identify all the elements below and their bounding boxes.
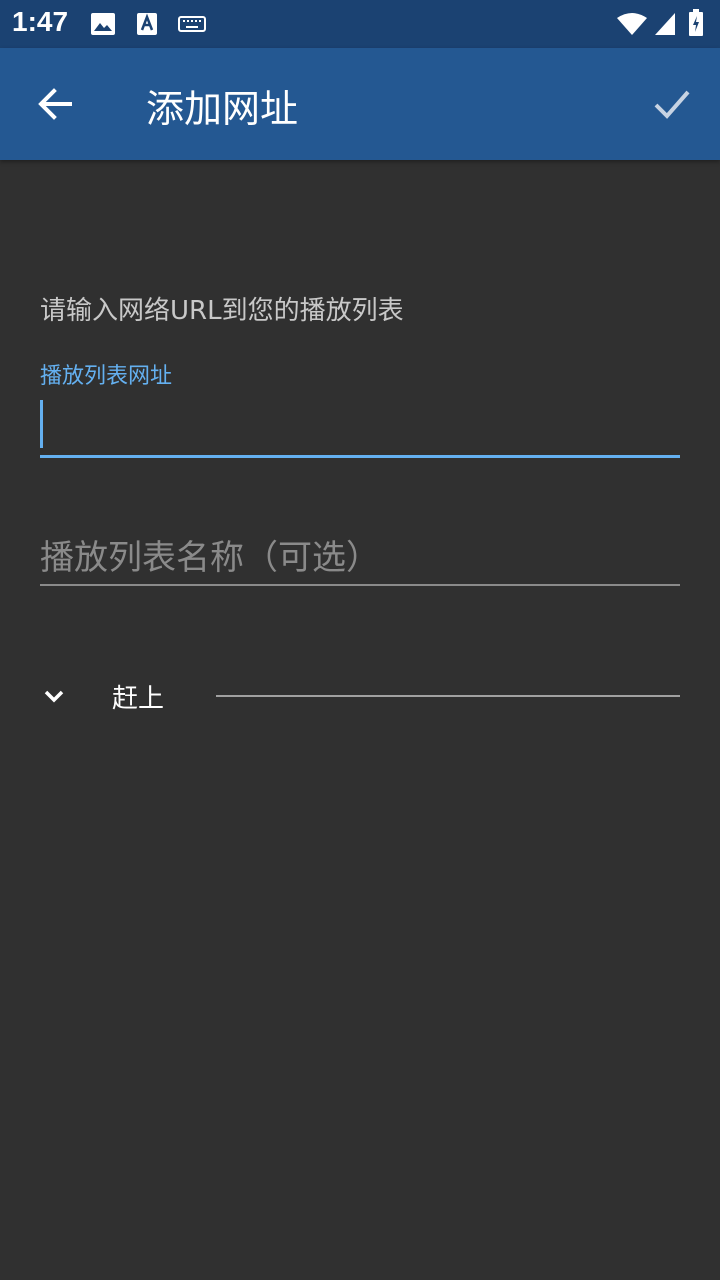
text-a-icon [137,13,157,35]
page-title: 添加网址 [146,87,299,131]
chevron-down-icon [44,690,64,703]
section-label: 赶上 [112,684,165,714]
playlist-name-placeholder: 播放列表名称（可选） [40,538,380,578]
text-cursor [40,400,43,448]
url-field-underline [40,455,680,458]
app-bar: 添加网址 [0,48,720,160]
instruction-text: 请输入网络URL到您的播放列表 [40,296,404,326]
playlist-url-input[interactable] [40,396,680,458]
playlist-name-input[interactable]: 播放列表名称（可选） [40,524,680,586]
status-bar: 1:47 [0,0,720,48]
url-field-label: 播放列表网址 [40,364,173,389]
battery-charging-icon [689,9,703,36]
catch-up-section-toggle[interactable]: 赶上 [40,670,680,722]
check-icon [654,90,690,119]
signal-icon [655,13,675,35]
status-time: 1:47 [12,6,69,37]
confirm-button[interactable] [640,72,704,136]
wifi-icon [617,13,647,35]
name-field-underline [40,584,680,586]
image-icon [91,13,115,35]
section-divider [216,695,680,697]
keyboard-icon [178,16,206,32]
back-button[interactable] [24,72,88,136]
arrow-left-icon [38,88,72,120]
